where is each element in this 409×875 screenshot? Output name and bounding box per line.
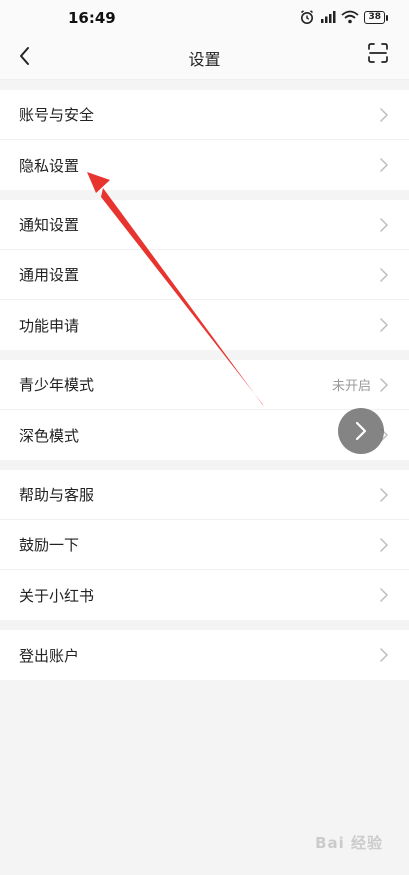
chevron-right-icon — [380, 488, 388, 502]
settings-row[interactable]: 隐私设置 — [0, 140, 409, 190]
chevron-right-icon — [380, 648, 388, 662]
settings-row[interactable]: 通用设置 — [0, 250, 409, 300]
settings-row[interactable]: 帮助与客服 — [0, 470, 409, 520]
alarm-icon — [301, 10, 314, 24]
page-title: 设置 — [188, 50, 221, 69]
settings-row-label: 青少年模式 — [19, 376, 95, 394]
signal-icon — [321, 11, 336, 23]
settings-row[interactable]: 鼓励一下 — [0, 520, 409, 570]
settings-group: 登出账户 — [0, 630, 409, 680]
nav-bar: 设置 — [0, 36, 409, 80]
settings-row[interactable]: 登出账户 — [0, 630, 409, 680]
settings-row-label: 登出账户 — [19, 646, 80, 665]
chevron-right-icon — [380, 588, 388, 602]
chevron-right-icon — [355, 421, 367, 441]
settings-row-label: 深色模式 — [19, 426, 80, 445]
settings-row-value: 未开启 — [331, 379, 371, 394]
scan-icon[interactable] — [367, 42, 389, 64]
settings-row-label: 功能申请 — [19, 316, 80, 335]
battery-indicator: 38 — [364, 10, 388, 24]
settings-list: 账号与安全隐私设置通知设置通用设置功能申请青少年模式 未开启深色模式帮助与客服鼓励… — [0, 90, 409, 680]
settings-group: 通知设置通用设置功能申请 — [0, 200, 409, 350]
settings-row[interactable]: 账号与安全 — [0, 90, 409, 140]
settings-row[interactable]: 通知设置 — [0, 200, 409, 250]
settings-row[interactable]: 青少年模式 未开启 — [0, 360, 409, 410]
chevron-right-icon — [380, 108, 388, 122]
settings-row[interactable]: 关于小红书 — [0, 570, 409, 620]
wifi-icon — [341, 10, 360, 24]
settings-row-label: 鼓励一下 — [19, 536, 80, 554]
floating-next-button[interactable] — [338, 408, 384, 454]
settings-row-label: 账号与安全 — [19, 106, 95, 124]
status-bar: 16:49 38 — [0, 0, 409, 36]
chevron-right-icon — [380, 378, 388, 392]
settings-row-label: 通知设置 — [19, 216, 80, 234]
chevron-right-icon — [380, 158, 388, 172]
chevron-right-icon — [380, 218, 388, 232]
chevron-right-icon — [380, 268, 388, 282]
settings-row-label: 隐私设置 — [19, 156, 80, 175]
settings-row-label: 关于小红书 — [19, 586, 95, 605]
settings-group: 账号与安全 隐私设置 — [0, 90, 409, 190]
watermark: Bai 经验 — [315, 834, 383, 852]
settings-row[interactable]: 功能申请 — [0, 300, 409, 350]
status-icons: 38 — [299, 9, 388, 25]
chevron-right-icon — [380, 318, 388, 332]
chevron-right-icon — [380, 538, 388, 552]
status-time: 16:49 — [68, 9, 116, 27]
settings-row-label: 通用设置 — [19, 266, 80, 284]
settings-row-label: 帮助与客服 — [19, 486, 95, 504]
settings-group: 帮助与客服鼓励一下关于小红书 — [0, 470, 409, 620]
